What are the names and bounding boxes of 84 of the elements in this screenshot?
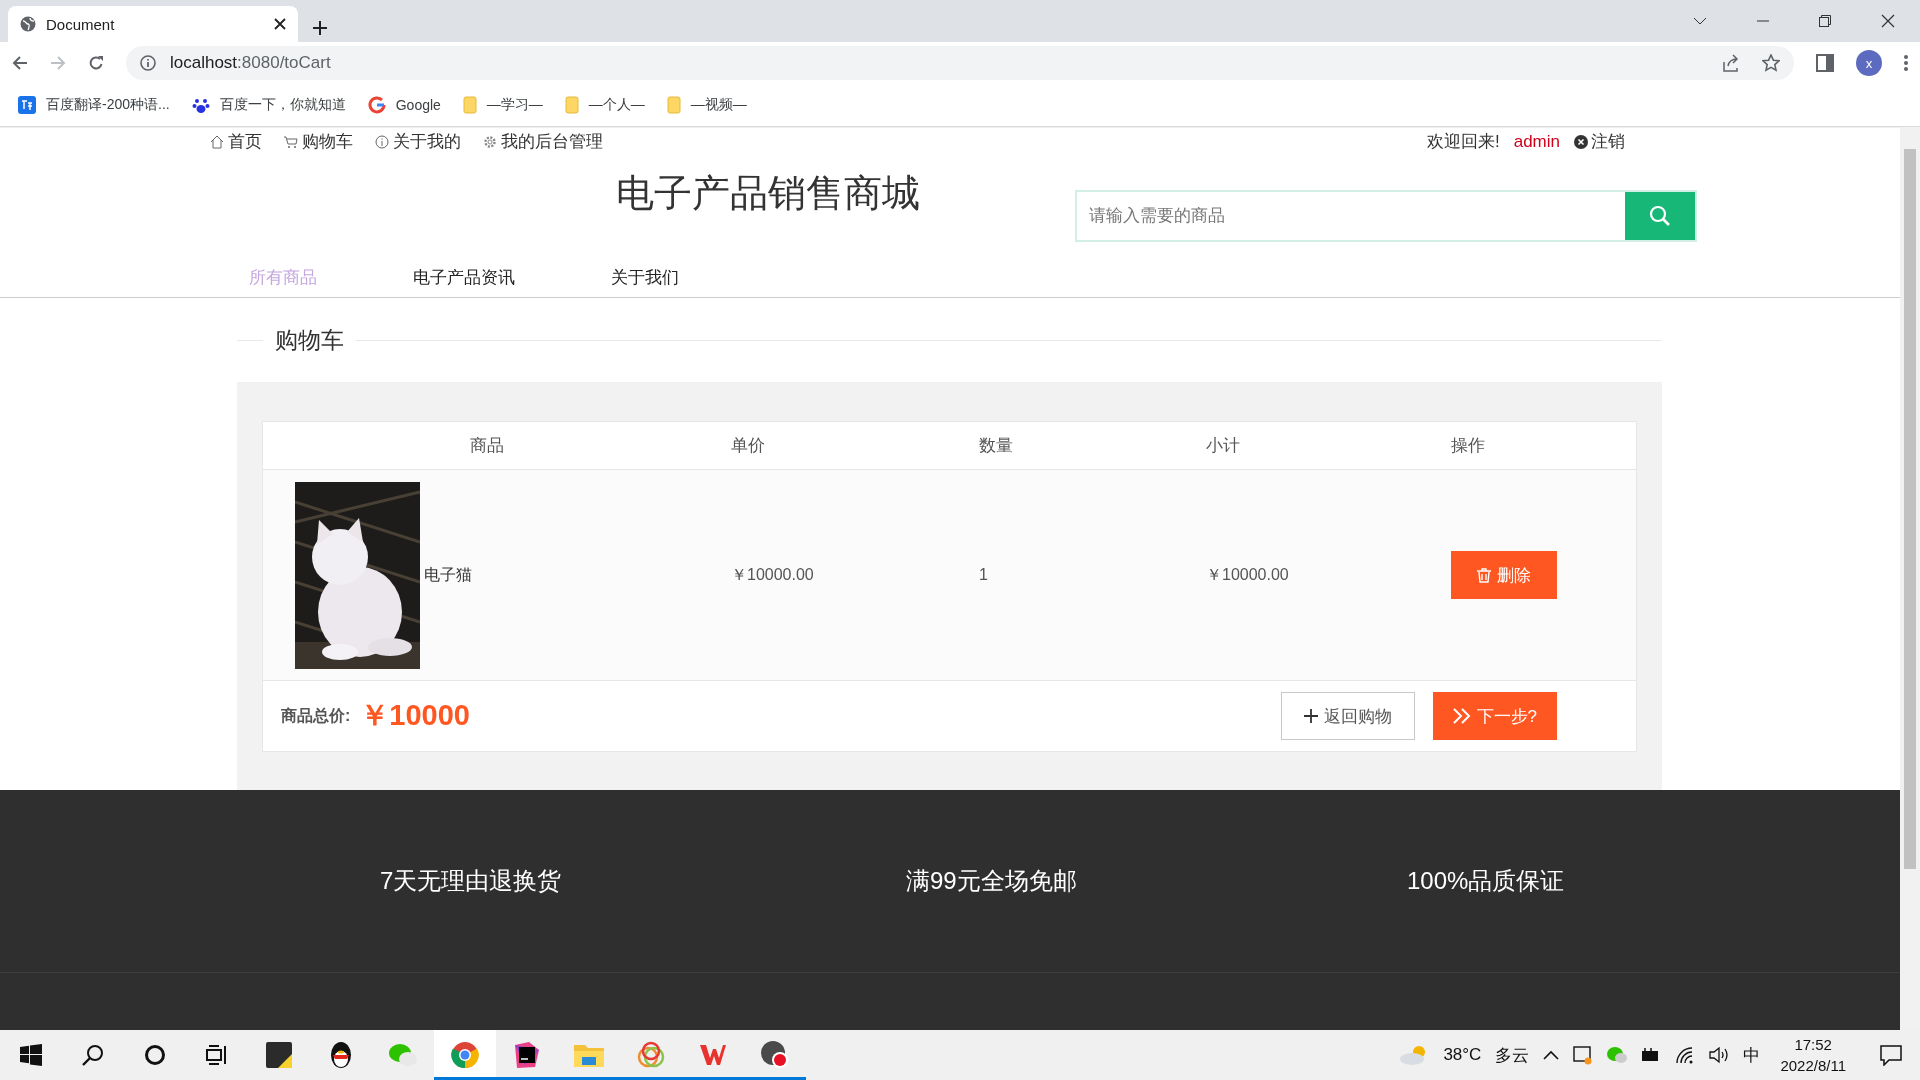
ide-icon: [513, 1041, 541, 1069]
quantity: 1: [979, 566, 989, 584]
top-nav-link[interactable]: 购物车: [284, 130, 353, 154]
plus-icon: [1303, 709, 1318, 723]
folder-icon: [462, 96, 477, 114]
close-icon[interactable]: [1881, 14, 1895, 28]
folder-icon: [666, 96, 681, 114]
section-title: 购物车: [275, 325, 344, 355]
w-logo-icon: [699, 1043, 727, 1067]
clock[interactable]: 17:52 2022/8/11: [1780, 1034, 1846, 1076]
subtotal: ￥10000.00: [1206, 564, 1290, 585]
column-header: 商品: [469, 435, 504, 457]
weather-text: 多云: [1495, 1044, 1530, 1067]
paw-icon: [191, 96, 210, 114]
top-nav-link[interactable]: 首页: [210, 130, 262, 154]
bookmark[interactable]: —个人—: [588, 96, 645, 114]
globe-icon: [20, 16, 36, 32]
chrome-icon: [451, 1041, 479, 1069]
double-chevron-icon: [1452, 708, 1471, 724]
search-icon: [82, 1044, 104, 1066]
scrollbar[interactable]: [1900, 127, 1920, 1030]
close-circle-icon: [1574, 134, 1588, 149]
rings-icon: [637, 1041, 665, 1069]
address-bar[interactable]: localhost:8080/toCart: [126, 46, 1794, 80]
close-icon[interactable]: [274, 18, 286, 30]
restore-icon[interactable]: [1819, 15, 1831, 27]
browser-tab[interactable]: Document: [8, 6, 298, 42]
product-name: 电子猫: [424, 564, 472, 585]
google-icon: [367, 96, 386, 114]
new-tab-icon[interactable]: [312, 20, 328, 36]
translate-icon: [18, 96, 36, 114]
windows-icon: [20, 1044, 42, 1066]
back-icon[interactable]: [12, 55, 28, 71]
penguin-icon: [329, 1041, 353, 1069]
bookmark[interactable]: —视频—: [690, 96, 747, 114]
folder-icon: [574, 1043, 604, 1067]
welcome-text: 欢迎回来!: [1426, 131, 1500, 154]
column-header: 数量: [979, 435, 1013, 457]
logout-link[interactable]: 注销: [1591, 130, 1625, 154]
side-panel-icon[interactable]: [1816, 54, 1834, 72]
column-header: 小计: [1206, 435, 1240, 457]
total-price: ￥10000: [360, 698, 470, 733]
unit-price: ￥10000.00: [731, 564, 815, 585]
gear-icon: [483, 134, 497, 149]
notification-icon[interactable]: [1880, 1044, 1902, 1066]
continue-shopping-button[interactable]: 返回购物: [1280, 692, 1415, 740]
info-icon: [140, 55, 156, 71]
circle-icon: [144, 1044, 166, 1066]
bookmark[interactable]: Google: [395, 97, 441, 113]
input-method-indicator[interactable]: 中: [1743, 1043, 1761, 1067]
top-nav-link[interactable]: 我的后台管理: [483, 130, 603, 154]
chevron-down-icon[interactable]: [1693, 17, 1707, 25]
info-icon: [375, 134, 389, 149]
profile-avatar[interactable]: x: [1856, 50, 1882, 76]
bookmark[interactable]: —学习—: [486, 96, 543, 114]
cart-icon: [284, 134, 298, 149]
record-icon: [760, 1040, 790, 1070]
top-nav-link[interactable]: 关于我的: [375, 130, 461, 154]
total-label: 商品总价:: [281, 705, 351, 726]
column-header: 单价: [731, 435, 765, 457]
monitor-icon[interactable]: [1573, 1045, 1594, 1065]
chevron-up-icon[interactable]: [1543, 1050, 1560, 1060]
home-icon: [210, 134, 224, 149]
chat-bubbles-icon: [388, 1042, 418, 1068]
site-title: 电子产品销售商城: [616, 170, 921, 216]
speaker-icon[interactable]: [1709, 1046, 1730, 1064]
task-view-icon: [206, 1044, 228, 1066]
nav-tab[interactable]: 关于我们: [611, 265, 679, 289]
username-link[interactable]: admin: [1513, 131, 1560, 152]
reload-icon[interactable]: [88, 55, 104, 71]
bookmark[interactable]: 百度翻译-200种语...: [46, 96, 170, 114]
sticky-note-icon: [266, 1042, 292, 1068]
service-promise: 100%品质保证: [1407, 866, 1565, 896]
service-promise: 满99元全场免邮: [906, 866, 1077, 896]
share-icon[interactable]: [1722, 54, 1740, 72]
folder-icon: [564, 96, 579, 114]
trash-icon: [1477, 567, 1491, 583]
nav-tab[interactable]: 电子产品资讯: [413, 265, 515, 289]
star-icon[interactable]: [1762, 54, 1780, 72]
more-icon[interactable]: [1904, 55, 1908, 71]
bookmark[interactable]: 百度一下，你就知道: [219, 96, 346, 114]
service-promise: 7天无理由退换货: [380, 866, 562, 896]
temperature: 38°C: [1443, 1045, 1482, 1065]
column-header: 操作: [1451, 435, 1485, 457]
